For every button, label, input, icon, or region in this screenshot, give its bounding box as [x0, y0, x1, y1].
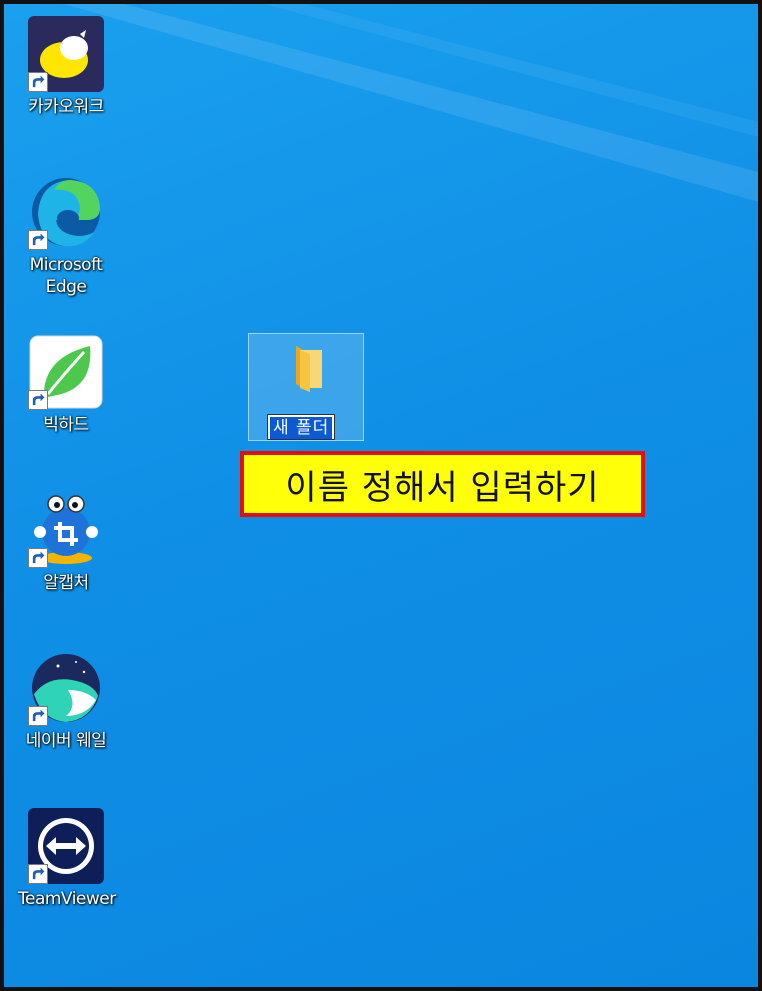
alcapture-icon	[28, 492, 104, 568]
teamviewer-icon	[28, 808, 104, 884]
whale-icon	[28, 650, 104, 726]
shortcut-arrow-icon	[28, 230, 48, 250]
folder-name-selected-text[interactable]: 새 폴더	[270, 417, 333, 439]
callout-text: 이름 정해서 입력하기	[285, 467, 600, 508]
desktop-icon-kakaowork[interactable]: 카카오워크	[18, 16, 114, 118]
shortcut-arrow-icon	[28, 706, 48, 726]
edge-icon	[28, 174, 104, 250]
instruction-callout: 이름 정해서 입력하기	[240, 451, 645, 517]
desktop[interactable]: 카카오워크 Microsoft Edge 빅하드 알캡처 네이버 웨일 Team…	[0, 0, 762, 991]
desktop-icon-edge[interactable]: Microsoft Edge	[18, 174, 114, 298]
new-folder-item[interactable]: 새 폴더	[248, 333, 364, 441]
folder-icon	[276, 340, 336, 400]
desktop-icon-alcapture[interactable]: 알캡처	[18, 492, 114, 594]
desktop-icon-teamviewer[interactable]: TeamViewer	[18, 808, 116, 910]
kakaowork-icon	[28, 16, 104, 92]
shortcut-arrow-icon	[28, 864, 48, 884]
folder-name-input[interactable]: 새 폴더	[267, 414, 336, 440]
bighard-leaf-icon	[28, 334, 104, 410]
shortcut-arrow-icon	[28, 72, 48, 92]
shortcut-arrow-icon	[28, 390, 48, 410]
desktop-icon-bighard[interactable]: 빅하드	[18, 334, 114, 436]
desktop-icon-whale[interactable]: 네이버 웨일	[18, 650, 114, 752]
shortcut-arrow-icon	[28, 548, 48, 568]
